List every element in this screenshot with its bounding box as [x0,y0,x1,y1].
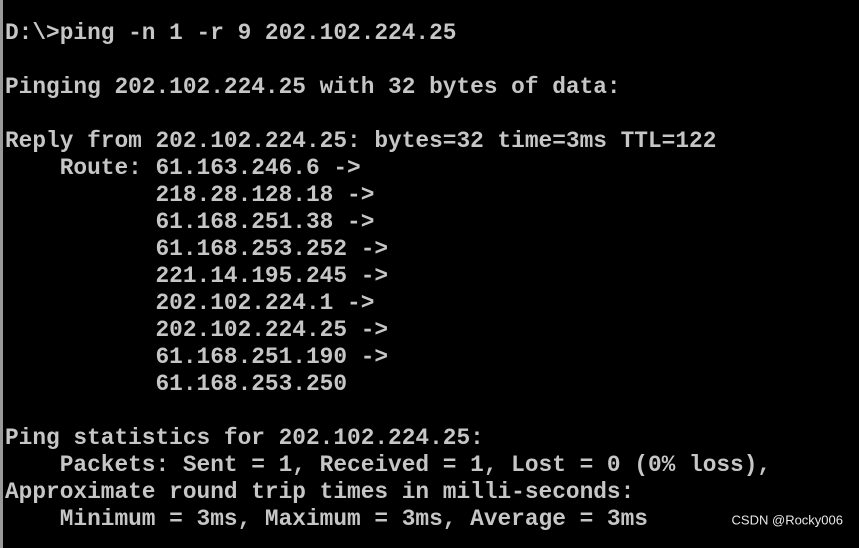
route-line: 61.168.251.190 -> [5,344,389,370]
packets-line: Packets: Sent = 1, Received = 1, Lost = … [5,452,772,478]
rtt-header: Approximate round trip times in milli-se… [5,479,635,505]
window-border [0,0,3,548]
route-line: 61.168.253.250 [5,371,348,397]
reply-line: Reply from 202.102.224.25: bytes=32 time… [5,128,717,154]
rtt-values: Minimum = 3ms, Maximum = 3ms, Average = … [5,506,648,532]
console-output: D:\>ping -n 1 -r 9 202.102.224.25 Pingin… [5,20,771,533]
route-line: 61.168.251.38 -> [5,209,375,235]
route-line: Route: 61.163.246.6 -> [5,155,361,181]
command-line: D:\>ping -n 1 -r 9 202.102.224.25 [5,20,457,46]
route-line: 218.28.128.18 -> [5,182,375,208]
route-line: 61.168.253.252 -> [5,236,389,262]
statistics-header: Ping statistics for 202.102.224.25: [5,425,484,451]
watermark: CSDN @Rocky006 [731,512,843,528]
route-line: 221.14.195.245 -> [5,263,389,289]
route-line: 202.102.224.1 -> [5,290,375,316]
pinging-line: Pinging 202.102.224.25 with 32 bytes of … [5,74,621,100]
route-line: 202.102.224.25 -> [5,317,389,343]
